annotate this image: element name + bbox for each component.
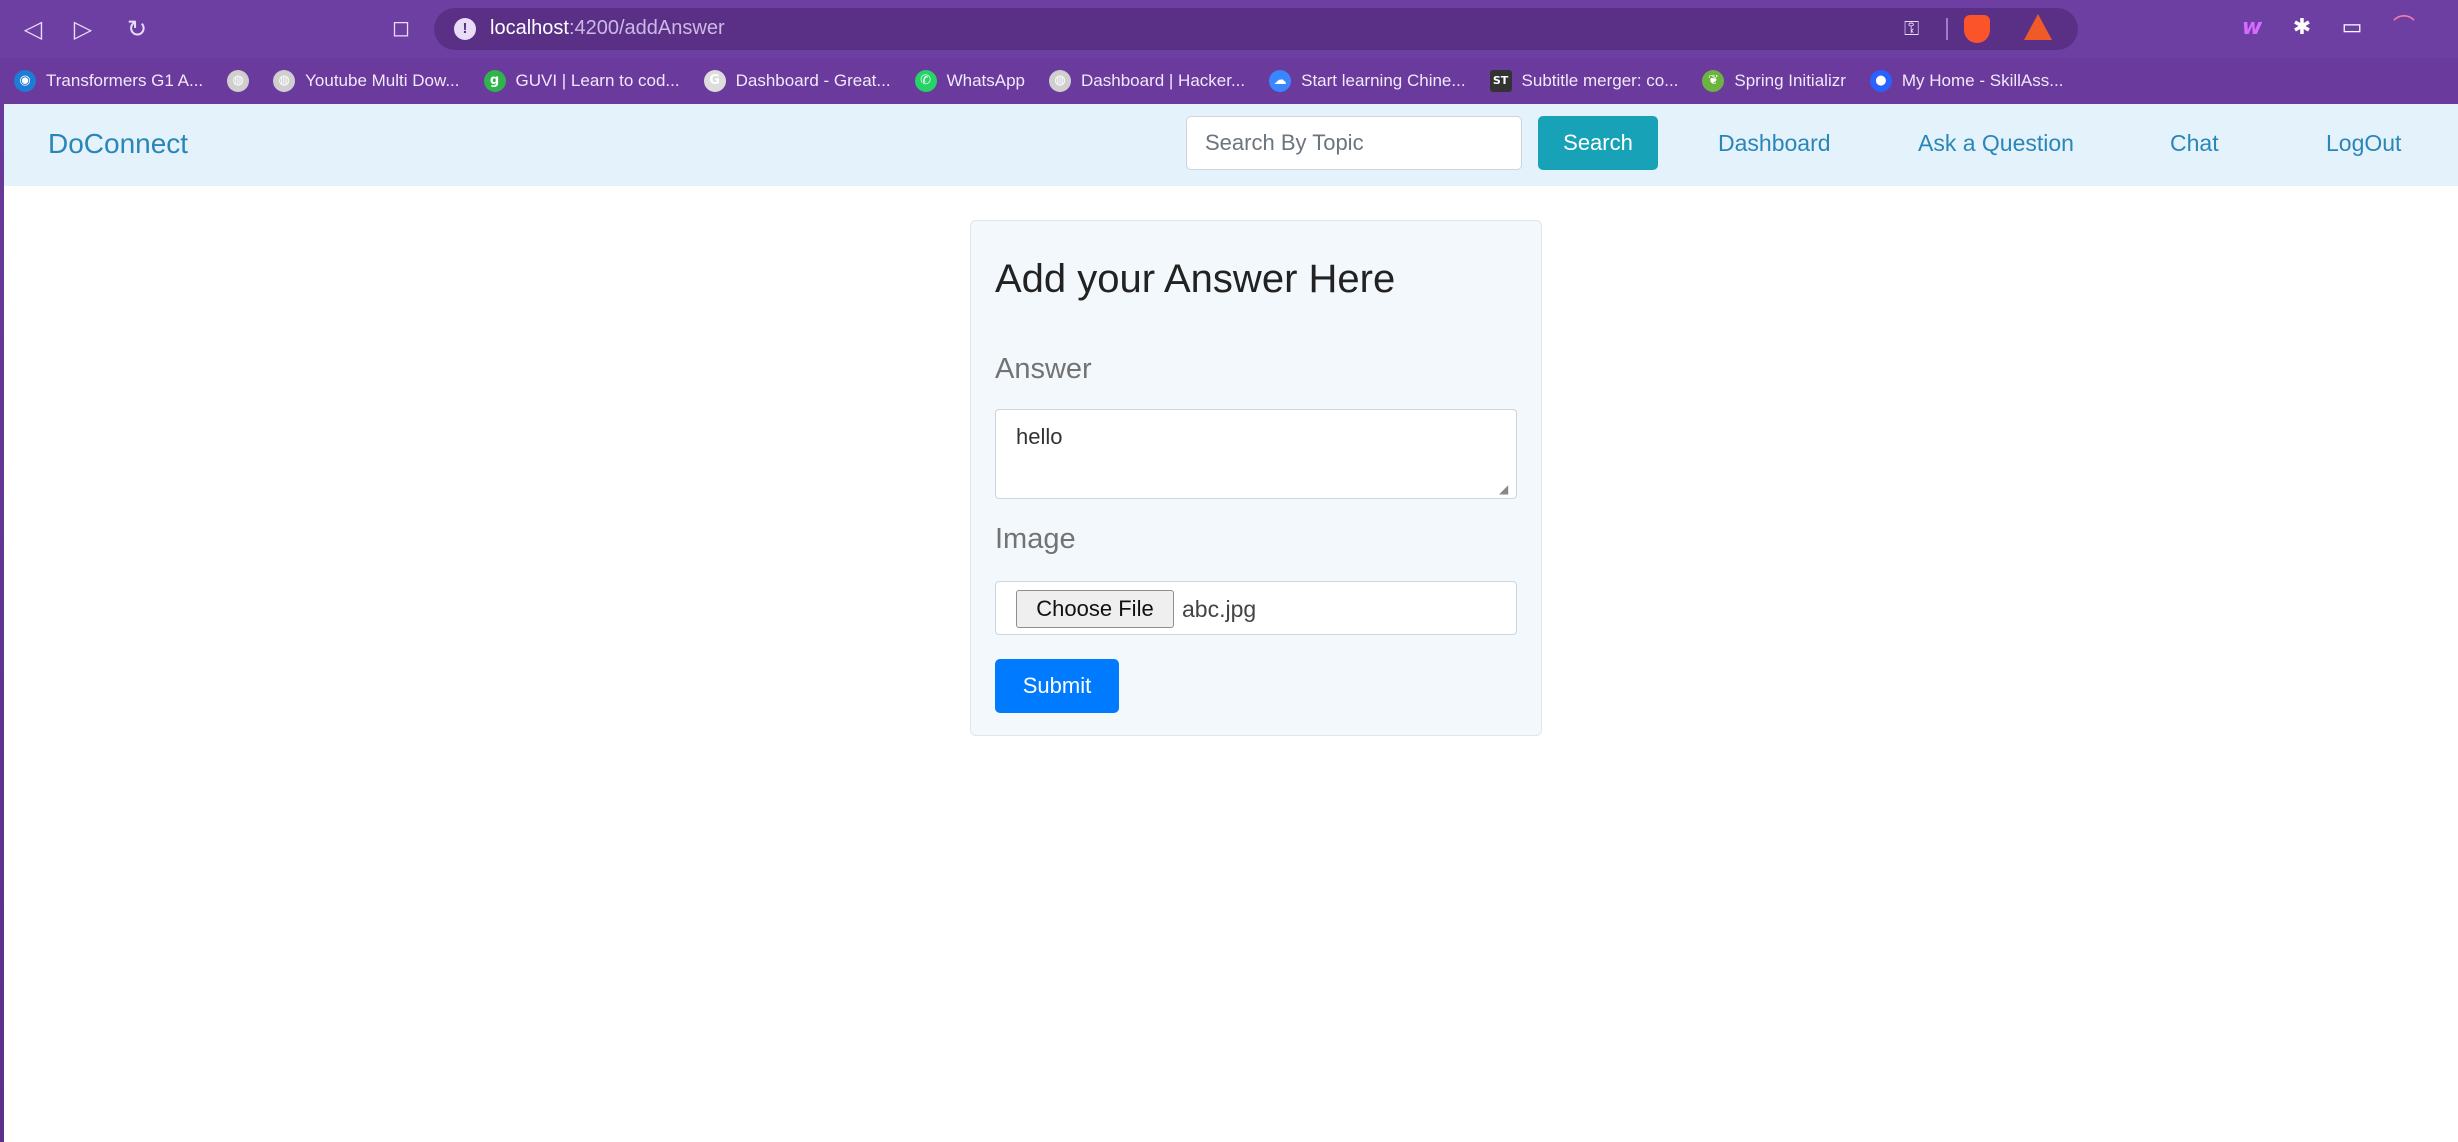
- choose-file-button[interactable]: Choose File: [1016, 590, 1174, 628]
- bookmark-item[interactable]: g GUVI | Learn to cod...: [483, 58, 680, 104]
- spring-icon: ❦: [1702, 70, 1725, 92]
- bookmark-label: Spring Initializr: [1734, 71, 1846, 90]
- bookmark-label: Dashboard - Great...: [735, 71, 891, 90]
- selected-file-name: abc.jpg: [1182, 596, 1257, 622]
- st-icon: ST: [1489, 70, 1512, 92]
- globe-icon: ◍: [227, 70, 250, 92]
- resize-grip-icon[interactable]: ◢: [1499, 483, 1511, 495]
- bookmark-icon[interactable]: ◻: [384, 12, 418, 46]
- guvi-icon: g: [483, 70, 506, 92]
- browser-window: ◁ ▷ ↻ ◻ ! localhost:4200/addAnswer ⚿ w ✱…: [0, 0, 2458, 1142]
- page-title: Add your Answer Here: [995, 257, 1396, 301]
- search-input[interactable]: [1186, 116, 1522, 170]
- bookmark-item[interactable]: ❦ Spring Initializr: [1702, 58, 1846, 104]
- bookmark-label: My Home - SkillAss...: [1901, 71, 2064, 90]
- divider: [1946, 18, 1948, 40]
- back-icon[interactable]: ◁: [16, 12, 50, 46]
- bookmark-label: WhatsApp: [946, 71, 1026, 90]
- reload-icon[interactable]: ↻: [120, 12, 154, 46]
- greatlearning-icon: G: [703, 70, 726, 92]
- bookmark-item[interactable]: ◍ Dashboard | Hacker...: [1049, 58, 1245, 104]
- skillassure-icon: ●: [1869, 70, 1892, 92]
- key-icon[interactable]: ⚿: [1904, 16, 1919, 40]
- nav-ask-question-link[interactable]: Ask a Question: [1918, 130, 2074, 157]
- bookmark-item[interactable]: ◍: [227, 58, 250, 104]
- cloud-icon: ☁: [1269, 70, 1292, 92]
- globe-icon: ◍: [273, 70, 296, 92]
- image-label: Image: [995, 523, 1076, 555]
- bookmark-item[interactable]: ST Subtitle merger: co...: [1489, 58, 1679, 104]
- brave-rewards-icon[interactable]: [2024, 14, 2052, 40]
- nav-logout-link[interactable]: LogOut: [2326, 130, 2401, 157]
- nav-dashboard-link[interactable]: Dashboard: [1718, 130, 1831, 157]
- bookmark-label: Subtitle merger: co...: [1521, 71, 1679, 90]
- forward-icon[interactable]: ▷: [66, 12, 100, 46]
- bookmark-item[interactable]: G Dashboard - Great...: [703, 58, 891, 104]
- url-path: :4200/addAnswer: [568, 17, 725, 39]
- bookmark-label: GUVI | Learn to cod...: [515, 71, 680, 90]
- answer-textarea[interactable]: hello: [995, 409, 1517, 499]
- add-answer-card: Add your Answer Here Answer hello ◢ Imag…: [970, 220, 1542, 736]
- answer-label: Answer: [995, 353, 1092, 385]
- app-navbar: DoConnect Search Dashboard Ask a Questio…: [4, 104, 2458, 186]
- address-bar[interactable]: ! localhost:4200/addAnswer ⚿: [434, 8, 2078, 50]
- bookmark-item[interactable]: ☁ Start learning Chine...: [1269, 58, 1466, 104]
- transformers-icon: ◉: [14, 70, 36, 92]
- search-button[interactable]: Search: [1538, 116, 1658, 170]
- bookmark-item[interactable]: ◍ Youtube Multi Dow...: [273, 58, 460, 104]
- profile-avatar-icon[interactable]: ⌒: [2388, 12, 2420, 44]
- bookmark-label: Youtube Multi Dow...: [305, 71, 460, 90]
- wallet-icon[interactable]: ▭: [2336, 12, 2368, 44]
- whatsapp-icon: ✆: [914, 70, 937, 92]
- bookmark-label: Transformers G1 A...: [46, 71, 204, 90]
- bookmark-label: Dashboard | Hacker...: [1081, 71, 1246, 90]
- bookmark-item[interactable]: ✆ WhatsApp: [914, 58, 1026, 104]
- info-icon[interactable]: !: [454, 18, 476, 40]
- web-page: DoConnect Search Dashboard Ask a Questio…: [4, 104, 2458, 1142]
- extension-w-icon[interactable]: w: [2236, 12, 2268, 44]
- browser-toolbar: ◁ ▷ ↻ ◻ ! localhost:4200/addAnswer ⚿ w ✱…: [0, 0, 2458, 58]
- nav-chat-link[interactable]: Chat: [2170, 130, 2219, 157]
- brave-shield-icon[interactable]: [1964, 15, 1990, 43]
- puzzle-icon[interactable]: ✱: [2286, 12, 2318, 44]
- url-text[interactable]: localhost:4200/addAnswer: [490, 17, 725, 40]
- bookmark-item[interactable]: ◉ Transformers G1 A...: [14, 58, 203, 104]
- bookmarks-bar: ◉ Transformers G1 A... ◍ ◍ Youtube Multi Dow…: [0, 58, 2458, 104]
- bookmark-label: Start learning Chine...: [1301, 71, 1466, 90]
- submit-button[interactable]: Submit: [995, 659, 1119, 713]
- image-file-input[interactable]: Choose File abc.jpg: [995, 581, 1517, 635]
- bookmark-item[interactable]: ● My Home - SkillAss...: [1869, 58, 2064, 104]
- globe-icon: ◍: [1049, 70, 1072, 92]
- url-host: localhost: [490, 17, 569, 39]
- brand-link[interactable]: DoConnect: [48, 128, 188, 160]
